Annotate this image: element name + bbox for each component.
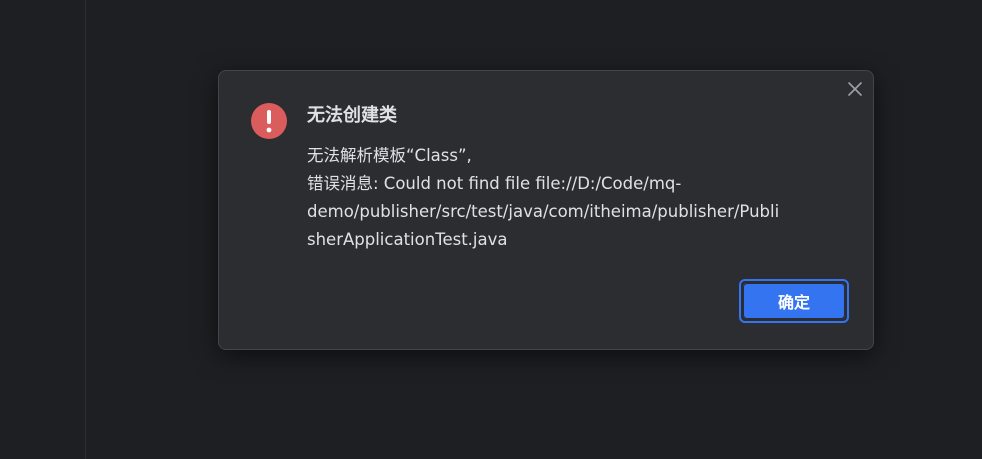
message-line: sherApplicationTest.java [307,230,508,249]
close-icon[interactable] [845,79,865,99]
gutter-divider [85,0,86,459]
error-dialog: 无法创建类 无法解析模板“Class”, 错误消息: Could not fin… [218,70,874,350]
dialog-title: 无法创建类 [307,105,397,126]
message-line: demo/publisher/src/test/java/com/itheima… [307,202,780,221]
message-line: 无法解析模板“Class”, [307,146,472,165]
error-exclamation-icon [251,103,287,139]
ok-button[interactable]: 确定 [739,279,849,323]
ok-button-label: 确定 [743,283,845,319]
error-message: 无法解析模板“Class”, 错误消息: Could not find file… [307,142,857,254]
message-line: 错误消息: Could not find file file://D:/Code… [307,174,682,193]
